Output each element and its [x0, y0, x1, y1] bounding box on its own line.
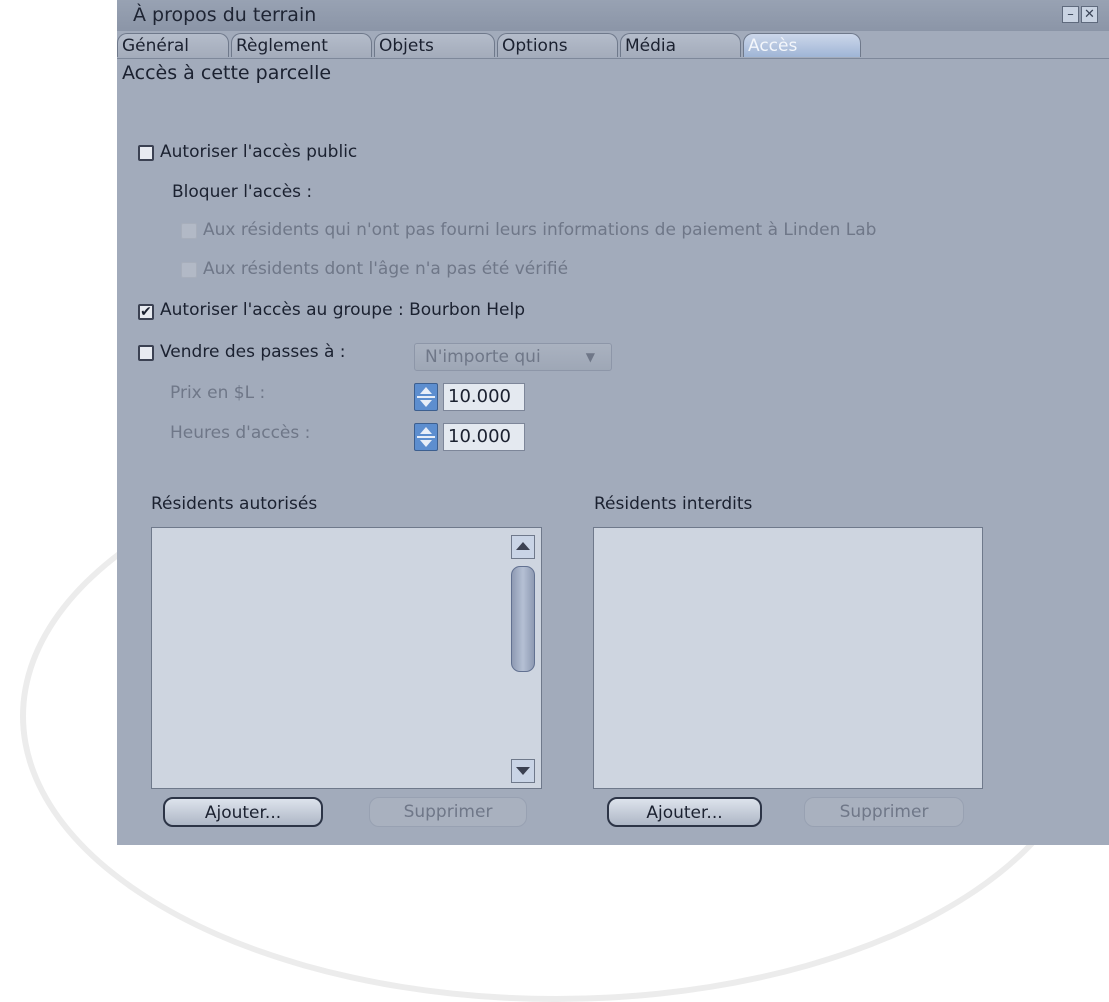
block-age-checkbox[interactable] [181, 262, 197, 278]
checkmark-icon: ✔ [140, 304, 152, 320]
scroll-thumb[interactable] [511, 566, 535, 672]
banned-residents-title: Résidents interdits [594, 494, 753, 514]
close-button[interactable]: ✕ [1081, 6, 1098, 23]
banned-remove-button[interactable]: Supprimer [804, 797, 964, 827]
arrow-down-icon [516, 767, 530, 775]
minimize-button[interactable]: – [1062, 6, 1079, 23]
sell-passes-checkbox[interactable] [138, 345, 154, 361]
price-label: Prix en $L : [170, 383, 266, 403]
hours-label: Heures d'accès : [170, 423, 311, 443]
hours-stepper[interactable] [414, 423, 438, 451]
tab-rules[interactable]: Règlement [231, 33, 372, 57]
about-land-window: À propos du terrain – ✕ Général Règlemen… [117, 0, 1109, 845]
price-input[interactable]: 10.000 [443, 383, 525, 411]
arrow-down-icon [420, 440, 432, 447]
tab-options[interactable]: Options [497, 33, 618, 57]
title-bar[interactable]: À propos du terrain – ✕ [117, 0, 1109, 31]
allowed-residents-title: Résidents autorisés [151, 494, 318, 514]
allowed-remove-button[interactable]: Supprimer [369, 797, 527, 827]
allowed-add-button[interactable]: Ajouter... [163, 797, 323, 827]
scroll-down-button[interactable] [511, 759, 535, 783]
public-access-checkbox[interactable] [138, 145, 154, 161]
group-access-checkbox[interactable]: ✔ [138, 304, 154, 320]
arrow-up-icon [516, 542, 530, 550]
block-no-payment-label: Aux résidents qui n'ont pas fourni leurs… [203, 220, 877, 240]
banned-residents-list[interactable] [593, 527, 983, 789]
tab-media[interactable]: Média [620, 33, 741, 57]
public-access-label: Autoriser l'accès public [160, 142, 358, 162]
hours-input[interactable]: 10.000 [443, 423, 525, 451]
tab-objects[interactable]: Objets [374, 33, 495, 57]
arrow-up-icon [420, 387, 432, 394]
sell-to-dropdown[interactable]: N'importe qui ▼ [414, 343, 612, 371]
sell-passes-label: Vendre des passes à : [160, 342, 346, 362]
chevron-down-icon: ▼ [585, 350, 595, 364]
tab-general[interactable]: Général [117, 33, 229, 57]
block-access-label: Bloquer l'accès : [172, 182, 313, 202]
arrow-down-icon [420, 400, 432, 407]
block-no-payment-checkbox[interactable] [181, 223, 197, 239]
sell-to-value: N'importe qui [425, 347, 541, 367]
block-age-label: Aux résidents dont l'âge n'a pas été vér… [203, 259, 569, 279]
window-title: À propos du terrain [133, 4, 317, 26]
banned-add-button[interactable]: Ajouter... [607, 797, 762, 827]
price-stepper[interactable] [414, 383, 438, 411]
tab-access[interactable]: Accès [743, 33, 861, 57]
allowed-residents-list[interactable] [151, 527, 542, 789]
group-access-label: Autoriser l'accès au groupe : Bourbon He… [160, 300, 526, 320]
arrow-up-icon [420, 427, 432, 434]
scroll-up-button[interactable] [511, 535, 535, 559]
scrollbar[interactable] [509, 531, 537, 785]
tab-bar: Général Règlement Objets Options Média A… [117, 31, 1109, 59]
section-title: Accès à cette parcelle [122, 62, 332, 84]
